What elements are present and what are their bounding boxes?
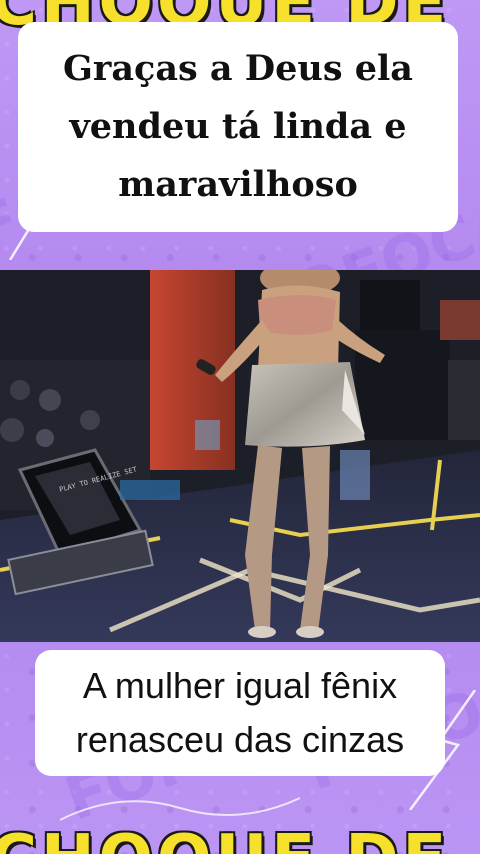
bottom-banner-logo: CHOQUE DE [0, 814, 480, 854]
banner-logo-text: CHOQUE DE [0, 822, 450, 854]
top-caption-line: maravilhoso [118, 164, 358, 205]
bottom-caption-line: A mulher igual fênix [82, 665, 398, 706]
video-frame[interactable]: PLAY TO REALIZE SET [0, 270, 480, 642]
top-caption-line: vendeu tá linda e [69, 106, 407, 147]
bottom-caption-line: renasceu das cinzas [75, 719, 405, 760]
stage-scene: PLAY TO REALIZE SET [0, 270, 480, 642]
bottom-caption: A mulher igual fênix renasceu das cinzas [35, 650, 445, 776]
top-caption-line: Graças a Deus ela [63, 48, 413, 89]
top-caption: Graças a Deus ela vendeu tá linda e mara… [18, 22, 458, 232]
